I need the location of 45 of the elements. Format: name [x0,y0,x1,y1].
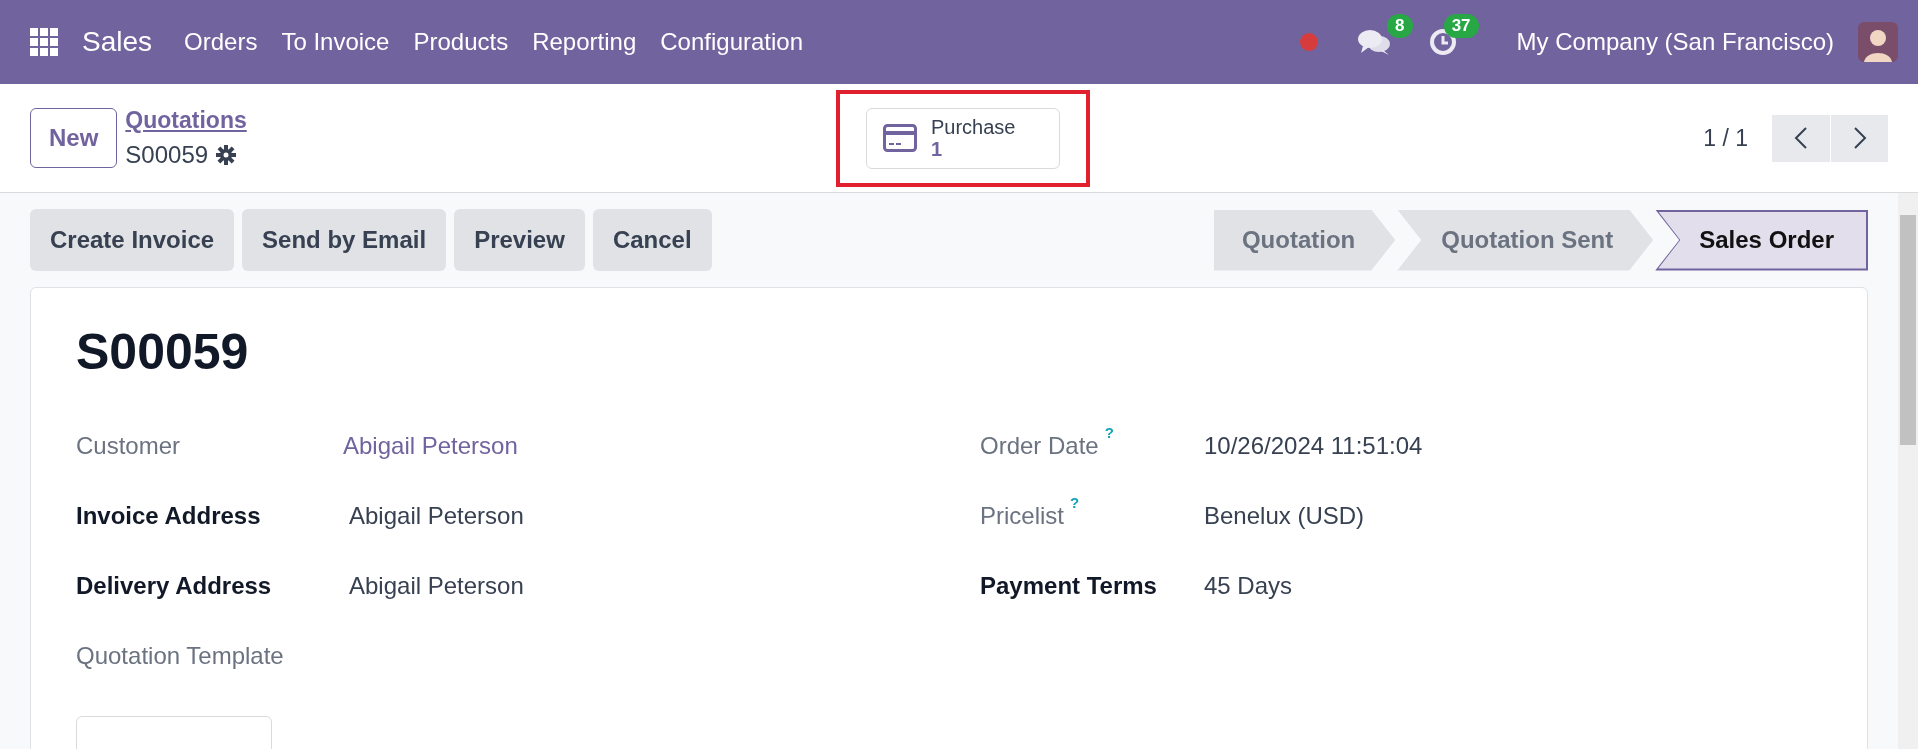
field-value: Benelux (USD) [1203,501,1365,531]
message-count-badge: 8 [1387,14,1413,39]
chevron-right-icon [1852,126,1867,151]
menu-item[interactable]: Products [413,24,509,60]
field-value: 10/26/2024 11:51:04 [1203,431,1423,461]
status-dot-icon [1298,32,1319,52]
action-button[interactable]: Preview [454,209,585,271]
field-label: Payment Terms [980,571,1158,601]
menu-item[interactable]: Orders [184,24,258,60]
scrollbar[interactable] [1898,193,1918,749]
credit-card-icon [883,124,917,152]
chat-icon[interactable] [1356,28,1391,56]
next-button[interactable] [1830,114,1888,162]
field-label: Customer [76,431,182,461]
activity-count-badge: 37 [1443,14,1479,39]
breadcrumb-link[interactable]: Quotations [125,102,247,138]
field-value: 45 Days [1203,571,1293,601]
field-label: Delivery Address [76,571,273,601]
input-field[interactable] [76,716,272,749]
action-button[interactable]: Cancel [592,209,712,271]
record-name: S00059 [125,140,209,171]
status-stage[interactable]: Quotation [1213,209,1396,271]
record-title: S00059 [76,323,250,382]
app-name[interactable]: Sales [82,21,161,63]
avatar-icon[interactable] [1858,22,1898,62]
menu-item[interactable]: To Invoice [281,24,390,60]
scrollbar-thumb[interactable] [1900,215,1916,445]
new-button[interactable]: New [30,108,118,168]
field-label: Quotation Template [76,641,285,671]
purchase-smart-button[interactable]: Purchase 1 [866,107,1060,169]
menu-item[interactable]: Configuration [660,24,803,60]
field-value: Abigail Peterson [348,501,524,531]
field-link[interactable]: Abigail Peterson [343,428,518,464]
action-button[interactable]: Send by Email [242,209,447,271]
pager-value: 1 / 1 [1703,123,1748,153]
previous-button[interactable] [1772,114,1830,162]
status-stage[interactable]: Quotation Sent [1397,209,1654,271]
action-button[interactable]: Create Invoice [30,209,235,271]
menu-item[interactable]: Reporting [532,24,637,60]
field-label: Invoice Address [76,501,262,531]
status-stage[interactable]: Sales Order [1655,209,1868,271]
field-value: Abigail Peterson [348,571,524,601]
chevron-left-icon [1794,126,1808,151]
company-switcher[interactable]: My Company (San Francisco) [1516,24,1834,60]
apps-grid-icon[interactable] [30,28,58,56]
